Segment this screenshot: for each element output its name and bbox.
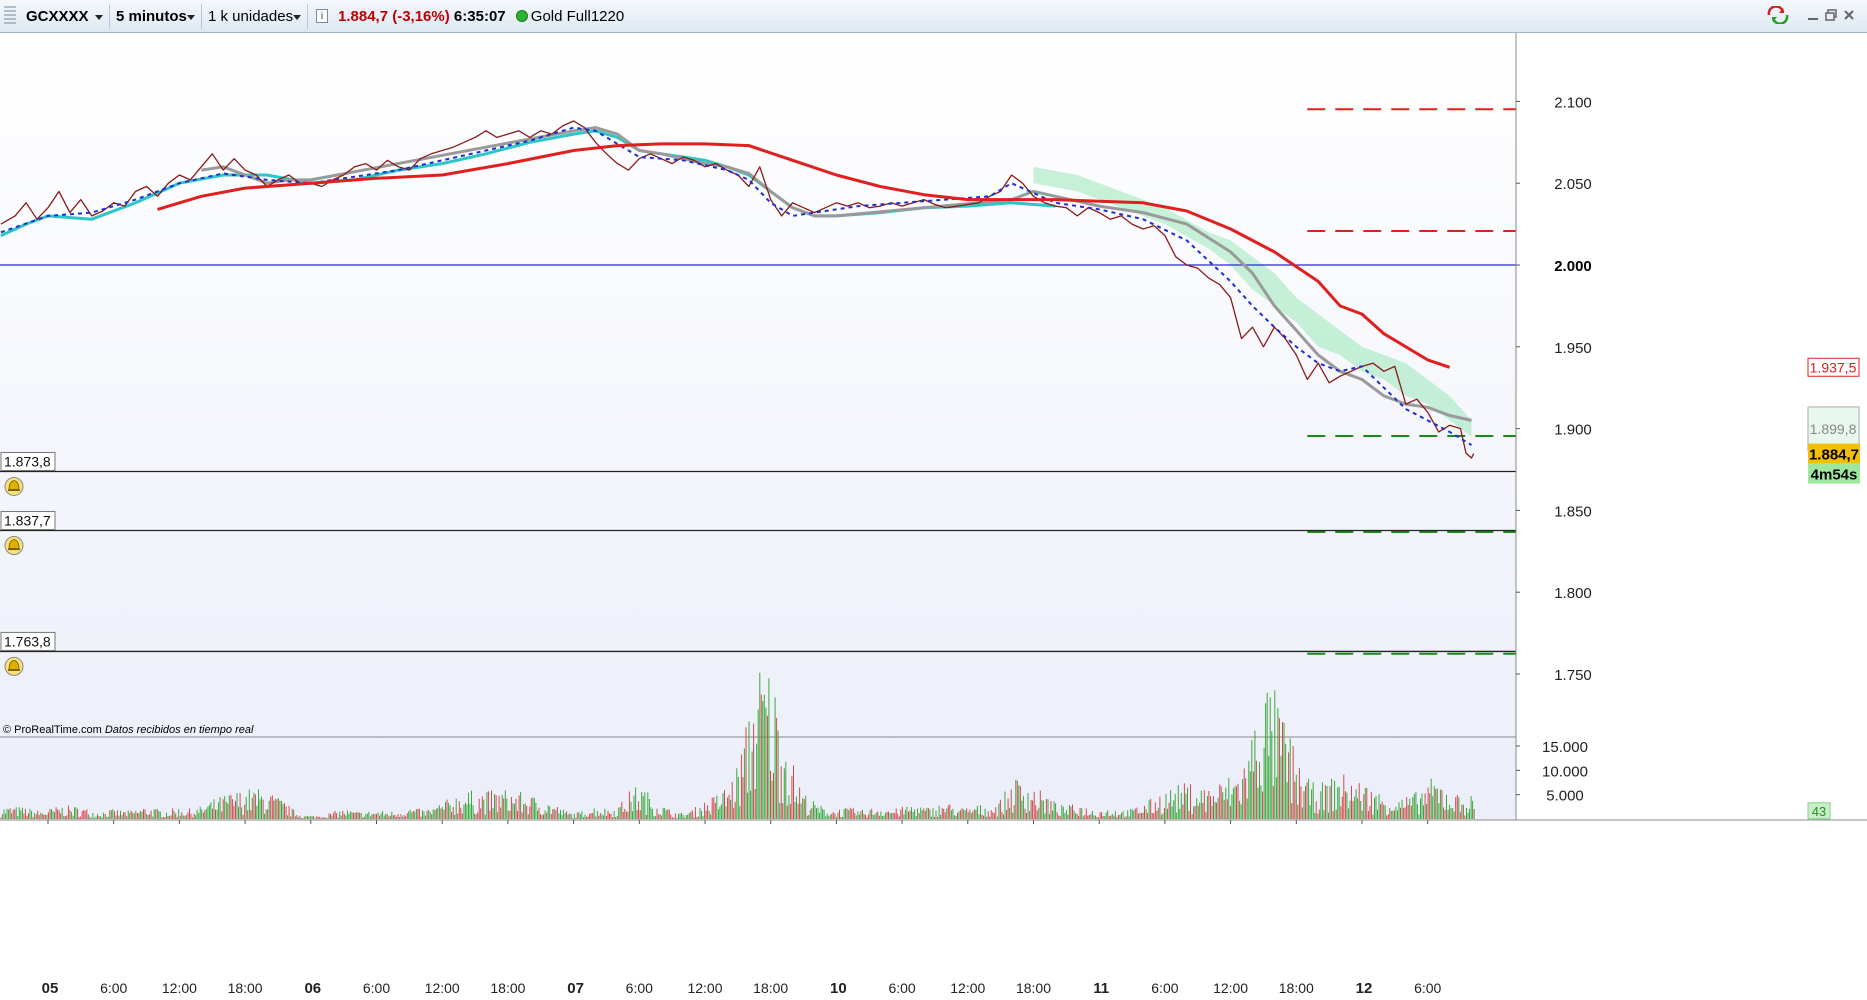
status-dot-icon (515, 10, 528, 22)
instrument-name: Gold Full1220 (530, 8, 625, 25)
time-tick-label: 6:00 (100, 980, 127, 996)
toolbar: GCXXXX 5 minutos 1 k unidades i 1.884,7 … (0, 0, 1867, 33)
quote-time: 6:35:07 (453, 8, 506, 25)
minimize-icon[interactable] (1806, 8, 1820, 22)
price-tick-label: 1.900 (1554, 422, 1592, 439)
sync-icon[interactable] (1767, 6, 1789, 24)
credit-text: © ProRealTime.com Datos recibidos en tie… (3, 724, 254, 736)
quote-summary: 1.884,7 (-3,16%) 6:35:07 Gold Full1220 (338, 4, 624, 29)
volume-layer (0, 672, 1475, 819)
price-tick-label: 2.000 (1554, 258, 1592, 275)
bell-icon-rim (8, 489, 20, 491)
time-tick-label: 12:00 (162, 980, 197, 996)
chevron-down-icon (95, 15, 103, 20)
price-tick-label: 2.050 (1554, 176, 1592, 193)
time-tick-label: 6:00 (363, 980, 390, 996)
price-tick-label: 1.800 (1554, 585, 1592, 602)
time-tick-label: 12:00 (687, 980, 722, 996)
time-tick-label: 06 (304, 980, 321, 997)
time-tick-label: 05 (42, 980, 59, 997)
bell-icon[interactable] (4, 536, 24, 556)
alert-label: 1.873,8 (4, 453, 51, 469)
time-tick-label: 18:00 (1016, 980, 1051, 996)
bell-icon-rim (8, 548, 20, 551)
price-tick-label: 1.750 (1554, 667, 1592, 684)
time-tick-label: 6:00 (1151, 980, 1178, 996)
time-tick-label: 10 (830, 980, 847, 997)
alerts-layer: 1.873,8 1.837,7 1.763,8 (0, 451, 1516, 676)
chart-area[interactable]: R2 D2.095,2R1 D2.020,8S1 DS2 D1.836,8S3 … (0, 33, 1867, 1000)
symbol-label: GCXXXX (26, 8, 89, 25)
time-tick-label: 6:00 (888, 980, 915, 996)
time-tick-label: 6:00 (1414, 980, 1441, 996)
realtime-note: Datos recibidos en tiempo real (105, 724, 254, 736)
current-price-value: 1.884,7 (1809, 447, 1859, 464)
alert-label: 1.837,7 (4, 513, 51, 529)
last-volume-value: 43 (1812, 804, 1826, 819)
time-tick-label: 12:00 (425, 980, 460, 996)
units-label: 1 k unidades (208, 8, 294, 25)
price-tick-label: 1.850 (1554, 503, 1592, 520)
time-tick-label: 18:00 (753, 980, 788, 996)
time-tick-label: 11 (1093, 980, 1109, 997)
chevron-down-icon (187, 15, 195, 20)
timeframe-selector[interactable]: 5 minutos (110, 4, 202, 29)
series-line-ma-cyan (0, 129, 1056, 237)
time-tick-label: 18:00 (228, 980, 263, 996)
time-tick-label: 12 (1356, 980, 1373, 997)
symbol-selector[interactable]: GCXXXX (20, 4, 110, 29)
time-tick-label: 6:00 (626, 980, 653, 996)
time-axis-panel (0, 820, 1867, 1000)
time-tick-label: 18:00 (1279, 980, 1314, 996)
price-tick-label: 1.950 (1554, 340, 1592, 357)
candle-timer-value: 4m54s (1811, 467, 1858, 484)
price-change: (-3,16%) (392, 8, 450, 25)
last-price: 1.884,7 (338, 8, 389, 25)
time-tick-label: 12:00 (1213, 980, 1248, 996)
ma-red-price-value: 1.937,5 (1810, 359, 1857, 375)
volume-tick-label: 5.000 (1546, 788, 1584, 805)
info-icon[interactable]: i (316, 9, 328, 23)
price-tick-label: 2.100 (1554, 94, 1592, 111)
alert-label: 1.763,8 (4, 633, 51, 649)
ma-gray-price-value: 1.899,8 (1810, 421, 1857, 437)
toolbar-grip[interactable] (4, 6, 16, 26)
volume-tick-label: 10.000 (1542, 763, 1588, 780)
volume-tick-label: 15.000 (1542, 739, 1588, 756)
price-chart[interactable]: R2 D2.095,2R1 D2.020,8S1 DS2 D1.836,8S3 … (0, 33, 1867, 1000)
time-tick-label: 12:00 (950, 980, 985, 996)
bell-icon[interactable] (4, 476, 24, 496)
close-icon[interactable] (1842, 8, 1856, 22)
bell-icon[interactable] (4, 656, 24, 676)
bell-icon-rim (8, 669, 20, 671)
chevron-down-icon (293, 15, 301, 20)
timeframe-label: 5 minutos (116, 8, 187, 25)
restore-icon[interactable] (1824, 8, 1838, 22)
time-tick-label: 18:00 (490, 980, 525, 996)
units-selector[interactable]: 1 k unidades (202, 4, 308, 29)
time-tick-label: 07 (567, 980, 584, 997)
